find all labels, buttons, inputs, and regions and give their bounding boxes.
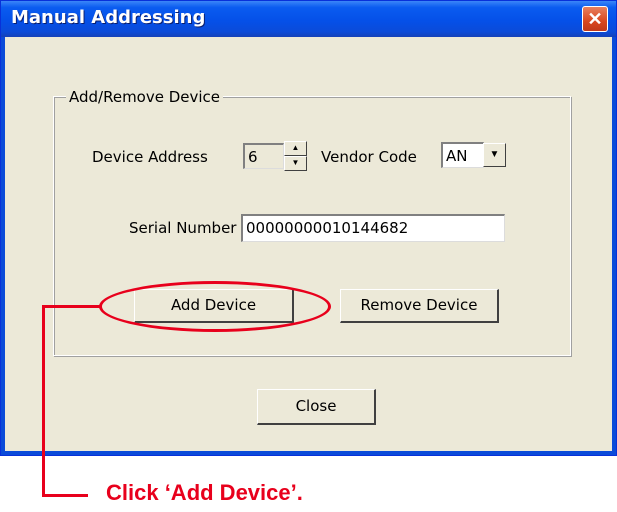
device-address-label: Device Address — [92, 148, 208, 166]
dialog-title: Manual Addressing — [11, 7, 206, 28]
remove-device-button[interactable]: Remove Device — [340, 289, 499, 323]
vendor-code-label: Vendor Code — [321, 148, 417, 166]
callout-line-bottom — [42, 494, 88, 497]
window-border-bottom — [1, 451, 616, 455]
close-window-button[interactable]: ✕ — [582, 6, 608, 32]
spin-down-button[interactable]: ▼ — [284, 156, 307, 171]
title-bar[interactable]: Manual Addressing ✕ — [1, 1, 616, 37]
spin-up-button[interactable]: ▲ — [284, 141, 307, 156]
window-border-left — [1, 37, 5, 455]
serial-number-label: Serial Number — [129, 219, 237, 237]
callout-line-top — [42, 305, 102, 308]
dropdown-arrow-icon[interactable]: ▼ — [483, 143, 506, 167]
callout-ellipse — [99, 281, 331, 332]
window-border-right — [612, 37, 616, 455]
group-title: Add/Remove Device — [66, 88, 224, 106]
close-button[interactable]: Close — [257, 389, 376, 425]
vendor-code-select[interactable]: AN — [441, 142, 484, 168]
callout-instruction: Click ‘Add Device’. — [106, 480, 303, 505]
device-address-field[interactable]: 6 — [243, 143, 284, 169]
callout-line-vertical — [42, 306, 45, 497]
serial-number-field[interactable]: 00000000010144682 — [241, 214, 505, 242]
